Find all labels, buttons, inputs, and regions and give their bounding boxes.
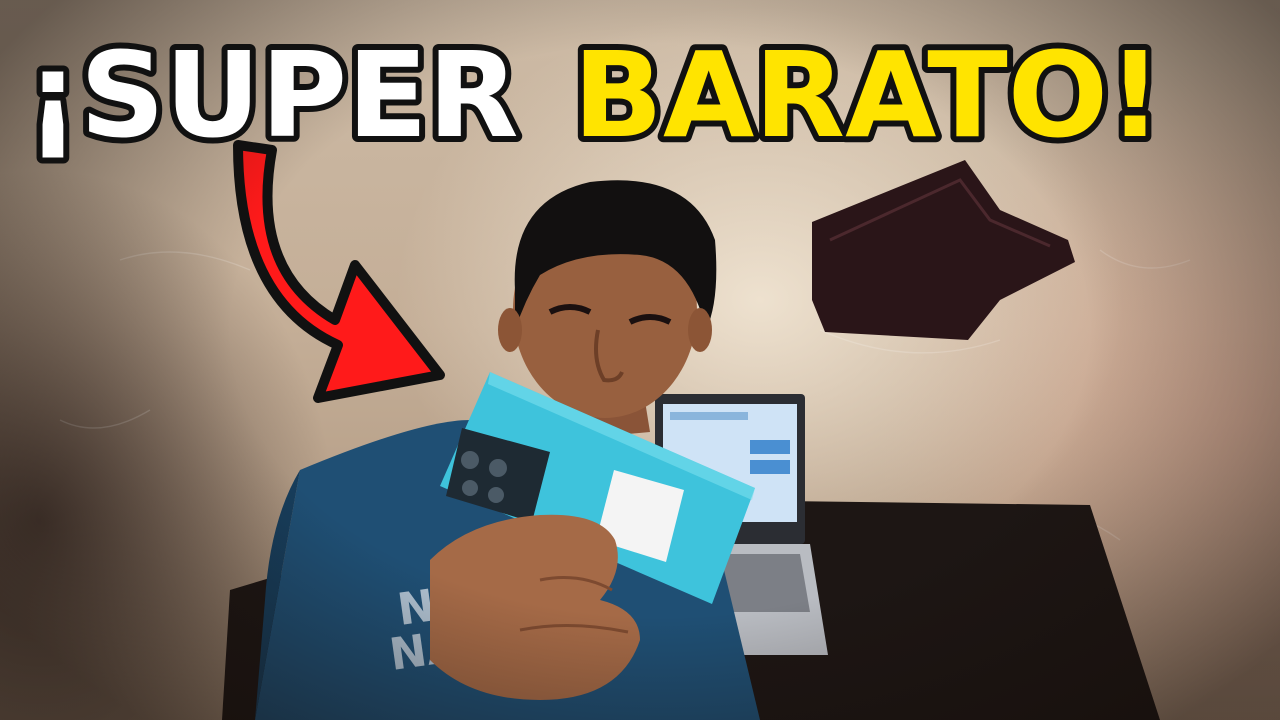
thumbnail: NAVE NAVE [0,0,1280,720]
curved-arrow-icon [233,140,445,403]
headline-yellow: BARATO! [573,26,1162,164]
wall-object [812,160,1075,340]
headline-white: ¡SUPER [26,26,519,164]
hand [430,514,640,700]
headline: ¡SUPER BARATO! [18,18,1268,168]
